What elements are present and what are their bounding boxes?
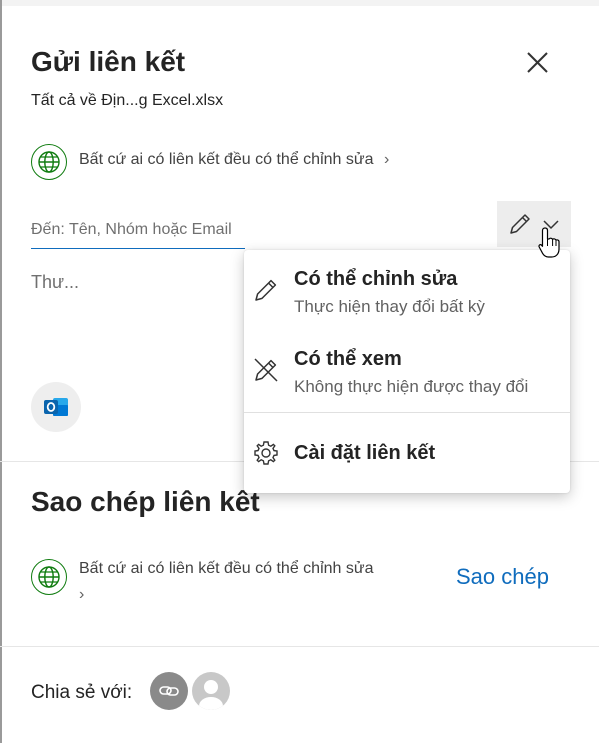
menu-item-description: Không thực hiện được thay đổi	[294, 377, 529, 396]
panel-title: Gửi liên kết	[31, 46, 186, 77]
user-avatar[interactable]	[192, 672, 230, 710]
menu-separator	[244, 412, 570, 413]
menu-item-link-settings[interactable]: Cài đặt liên kết	[244, 430, 570, 476]
chevron-right-icon: ›	[79, 586, 85, 603]
share-with-label: Chia sẻ với:	[31, 682, 133, 703]
globe-icon	[31, 144, 67, 180]
link-icon	[159, 686, 179, 696]
permission-menu: Có thể chỉnh sửa Thực hiện thay đổi bất …	[244, 250, 570, 493]
background-app-strip	[0, 0, 599, 6]
menu-item-title: Có thể xem	[294, 348, 402, 370]
link-avatar[interactable]	[150, 672, 188, 710]
close-icon	[527, 52, 548, 73]
close-button[interactable]	[518, 46, 556, 84]
menu-item-description: Thực hiện thay đổi bất kỳ	[294, 297, 485, 316]
outlook-icon	[44, 398, 68, 416]
link-permission-link[interactable]: Bất cứ ai có liên kết đều có thể chỉnh s…	[79, 151, 389, 169]
menu-item-title: Có thể chỉnh sửa	[294, 268, 458, 290]
link-permission-text: Bất cứ ai có liên kết đều có thể chỉnh s…	[79, 151, 374, 168]
pencil-icon	[510, 214, 530, 234]
menu-item-title: Cài đặt liên kết	[294, 442, 436, 464]
gear-icon	[254, 441, 278, 465]
file-name: Tất cả về Địn...g Excel.xlsx	[31, 92, 224, 109]
copy-link-permission-text: Bất cứ ai có liên kết đều có thể chỉnh s…	[79, 560, 374, 577]
globe-icon	[31, 559, 67, 595]
section-divider	[0, 646, 599, 647]
outlook-button[interactable]	[31, 382, 81, 432]
menu-item-can-edit[interactable]: Có thể chỉnh sửa Thực hiện thay đổi bất …	[244, 262, 570, 324]
window-edge	[0, 0, 2, 743]
copy-button[interactable]: Sao chép	[456, 564, 549, 590]
chevron-down-icon	[543, 220, 559, 230]
pencil-icon	[255, 279, 277, 301]
permission-dropdown-button[interactable]	[497, 201, 571, 247]
pencil-off-icon	[254, 358, 278, 382]
menu-item-can-view[interactable]: Có thể xem Không thực hiện được thay đổi	[244, 342, 570, 404]
copy-link-permission[interactable]: Bất cứ ai có liên kết đều có thể chỉnh s…	[79, 556, 429, 608]
person-icon	[199, 680, 223, 710]
chevron-right-icon: ›	[383, 151, 390, 168]
message-field[interactable]	[31, 272, 231, 312]
recipient-input[interactable]	[31, 212, 245, 249]
copy-link-title: Sao chép liên kết	[31, 486, 260, 517]
